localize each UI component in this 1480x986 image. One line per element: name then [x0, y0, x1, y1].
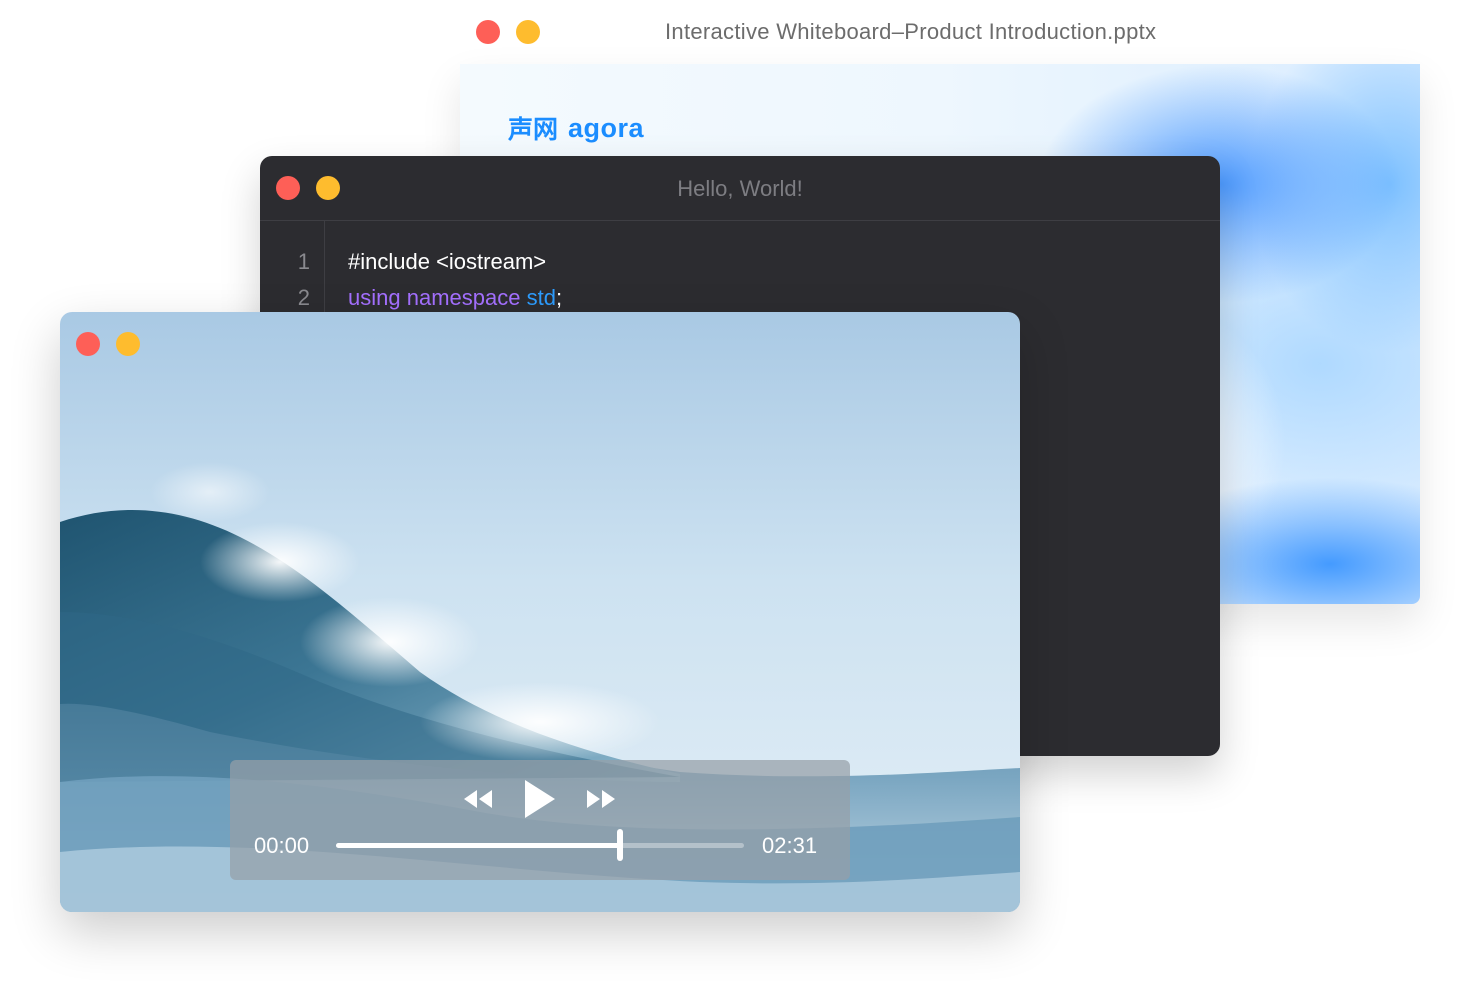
line-number: 2 [297, 285, 310, 310]
presentation-minimize-button[interactable] [516, 20, 540, 44]
code-identifier: std [526, 285, 556, 310]
agora-logo: 声网 agora [508, 110, 644, 146]
code-line[interactable]: using namespace std; [348, 285, 562, 311]
desktop-stage: Interactive Whiteboard–Product Introduct… [0, 0, 1480, 986]
progress-bar-fill [336, 843, 620, 848]
progress-handle[interactable] [616, 829, 623, 861]
presentation-close-button[interactable] [476, 20, 500, 44]
agora-logo-chinese: 声网 [508, 116, 559, 144]
current-time: 00:00 [254, 833, 310, 858]
agora-logo-text: agora [568, 112, 645, 143]
presentation-titlebar: Interactive Whiteboard–Product Introduct… [460, 0, 1420, 64]
code-punctuation: ; [555, 285, 563, 310]
video-minimize-button[interactable] [116, 332, 140, 356]
code-editor-titlebar: Hello, World! [260, 156, 1220, 221]
video-close-button[interactable] [76, 332, 100, 356]
line-number: 1 [297, 249, 310, 274]
play-icon[interactable] [522, 778, 558, 820]
rewind-icon[interactable] [462, 788, 494, 810]
code-editor-title: Hello, World! [677, 176, 803, 201]
code-line[interactable]: #include <iostream> [348, 249, 546, 275]
video-player-window: 00:00 02:31 [60, 312, 1020, 912]
progress-bar[interactable] [336, 829, 744, 861]
fast-forward-icon[interactable] [585, 788, 617, 810]
code-keyword: namespace [406, 285, 521, 310]
presentation-title: Interactive Whiteboard–Product Introduct… [665, 19, 1157, 44]
video-controls-panel: 00:00 02:31 [230, 760, 850, 880]
duration-time: 02:31 [762, 833, 818, 858]
code-keyword: using [348, 285, 401, 310]
